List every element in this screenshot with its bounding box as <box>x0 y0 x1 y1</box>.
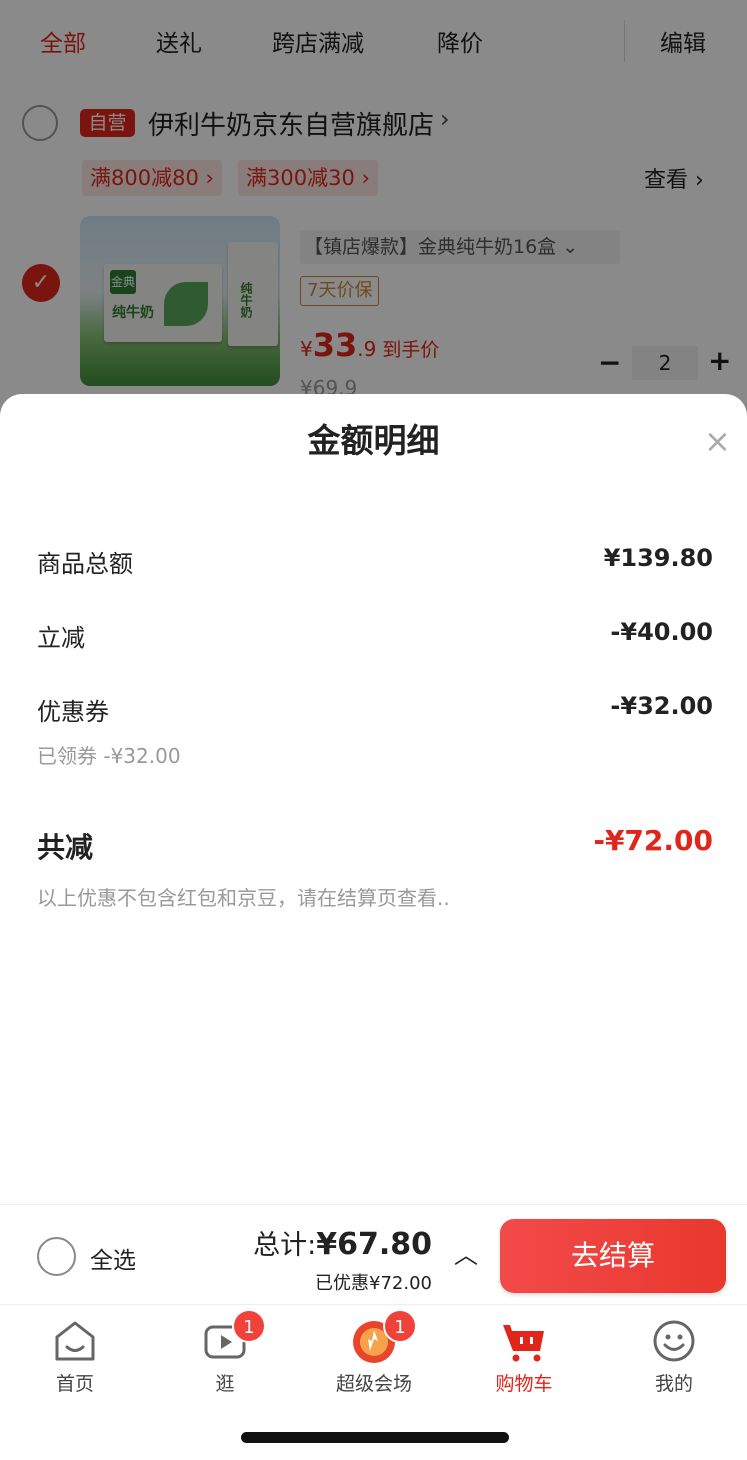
nav-label-home: 首页 <box>55 1373 94 1395</box>
cart-page-background: 全部 送礼 跨店满减 降价 编辑 自营 伊利牛奶京东自营旗舰店 › 满800减8… <box>0 0 747 420</box>
sheet-title: 金额明细 <box>307 421 440 460</box>
modal-dim-overlay[interactable] <box>0 0 747 420</box>
nav-home[interactable]: 首页 <box>0 1315 150 1395</box>
total-label: 总计: <box>253 1230 317 1261</box>
home-indicator <box>241 1432 509 1443</box>
home-icon <box>55 1321 95 1361</box>
goods-total-label: 商品总额 <box>37 550 133 578</box>
total-amount: ¥67.80 <box>316 1227 432 1262</box>
close-icon[interactable]: × <box>704 422 731 460</box>
nav-label-profile: 我的 <box>654 1373 693 1395</box>
nav-label-cart: 购物车 <box>495 1373 553 1395</box>
nav-label-browse: 逛 <box>215 1373 235 1395</box>
select-all-label[interactable]: 全选 <box>90 1241 136 1275</box>
nav-badge-venue: 1 <box>383 1309 417 1343</box>
checkout-total: 总计:¥67.80 <box>253 1223 432 1262</box>
amount-detail-sheet: 金额明细 × 商品总额 ¥139.80 立减 -¥40.00 优惠券 -¥32.… <box>0 394 747 1204</box>
total-discount-label: 共减 <box>37 831 94 864</box>
cart-icon <box>503 1325 544 1362</box>
coupon-note: 已领券 -¥32.00 <box>37 744 181 768</box>
saved-amount: 已优惠¥72.00 <box>315 1273 432 1294</box>
nav-label-venue: 超级会场 <box>335 1373 412 1395</box>
instant-discount-label: 立减 <box>37 624 85 652</box>
nav-badge-browse: 1 <box>232 1309 266 1343</box>
discount-disclaimer: 以上优惠不包含红包和京豆，请在结算页查看.. <box>37 886 450 910</box>
select-all-radio[interactable] <box>37 1237 76 1276</box>
coupon-label: 优惠券 <box>37 698 109 726</box>
profile-icon <box>653 1320 695 1362</box>
total-discount-value: -¥72.00 <box>593 824 713 857</box>
chevron-up-icon[interactable]: ︿ <box>454 1235 478 1270</box>
checkout-bar: 全选 总计:¥67.80 已优惠¥72.00 ︿ 去结算 <box>0 1204 747 1304</box>
instant-discount-value: -¥40.00 <box>610 618 713 646</box>
nav-profile[interactable]: 我的 <box>599 1315 747 1395</box>
checkout-button[interactable]: 去结算 <box>500 1219 726 1293</box>
nav-browse[interactable]: 1 逛 <box>150 1309 300 1395</box>
nav-cart[interactable]: 购物车 <box>449 1315 599 1395</box>
goods-total-value: ¥139.80 <box>603 544 713 572</box>
nav-super-venue[interactable]: 1 超级会场 <box>299 1309 449 1395</box>
coupon-value: -¥32.00 <box>610 692 713 720</box>
